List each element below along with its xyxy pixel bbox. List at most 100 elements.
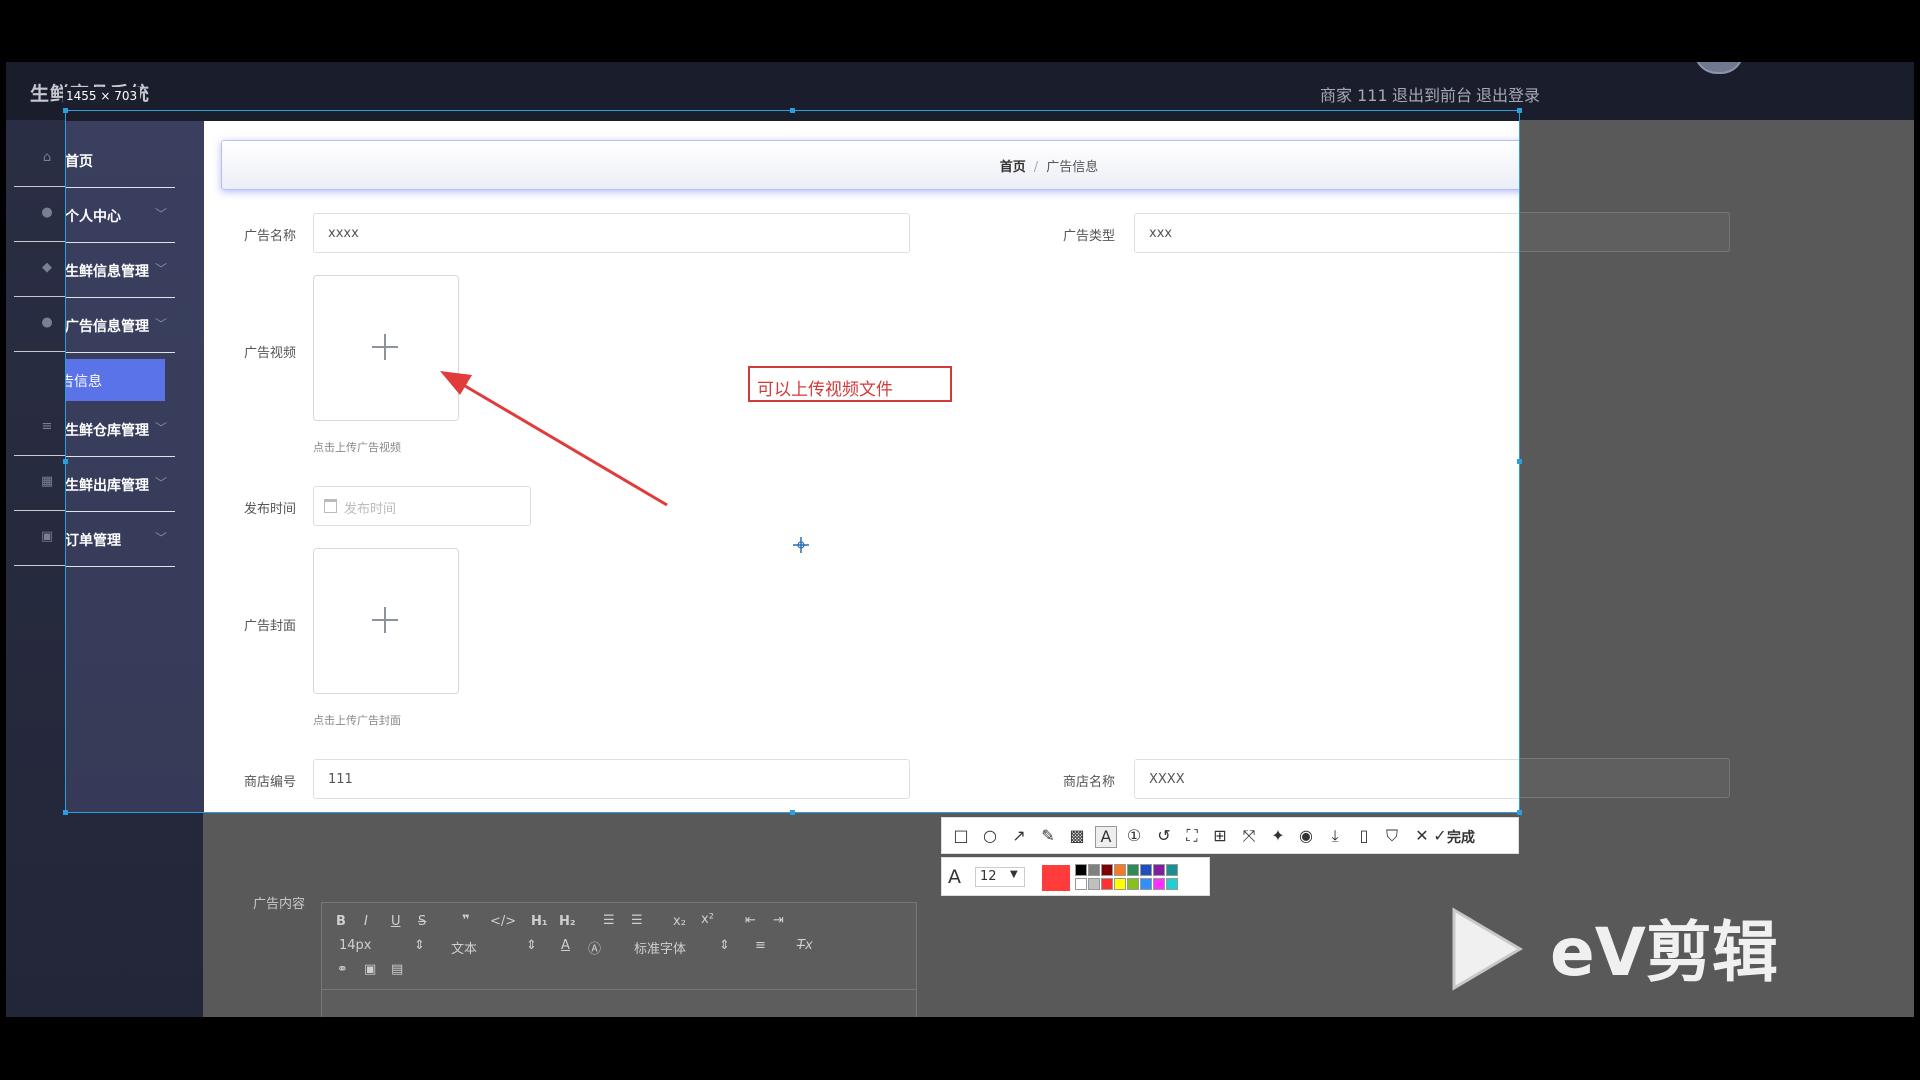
order-icon: ▣ <box>40 529 54 544</box>
sidebar-item-home[interactable]: ⌂首页 <box>66 133 175 188</box>
image-icon[interactable]: ▣ <box>364 962 376 977</box>
watermark-text: eV剪辑 <box>1550 914 1778 991</box>
resize-handle-b[interactable] <box>790 810 795 815</box>
sidebar-item-ad-info[interactable]: ●广告信息管理﹀ <box>66 298 175 353</box>
resize-handle-r[interactable] <box>1517 459 1522 464</box>
color-swatch[interactable] <box>1127 864 1139 876</box>
pen-tool-icon[interactable]: ✎ <box>1038 826 1058 846</box>
resize-handle-bl[interactable] <box>63 810 68 815</box>
color-swatch[interactable] <box>1153 864 1165 876</box>
shop-name-input[interactable]: XXXX <box>1134 759 1519 799</box>
link-icon[interactable]: ⚭ <box>337 962 348 977</box>
color-swatch[interactable] <box>1166 878 1178 890</box>
download-icon[interactable]: ⤓ <box>1325 826 1345 846</box>
sidebar-subitem-label: 广告信息 <box>66 374 102 390</box>
outdent-button[interactable]: ⇤ <box>745 913 756 928</box>
sidebar-item-profile[interactable]: ●个人中心﹀ <box>66 188 175 243</box>
italic-button[interactable]: I <box>364 914 368 929</box>
color-swatch[interactable] <box>1075 878 1087 890</box>
sidebar-item-fresh-info[interactable]: ◆生鲜信息管理﹀ <box>66 243 175 298</box>
logout-link[interactable]: 退出登录 <box>1476 82 1540 106</box>
indent-button[interactable]: ⇥ <box>773 913 784 928</box>
scroll-capture-icon[interactable]: ⤧ <box>1239 826 1259 846</box>
screenshot-selection[interactable]: ⌂首页 ●个人中心﹀ ◆生鲜信息管理﹀ ●广告信息管理﹀ 广告信息 ≡生鲜仓库管… <box>65 110 1520 813</box>
subscript-button[interactable]: x₂ <box>673 914 686 929</box>
calendar-icon <box>324 499 337 513</box>
resize-handle-br[interactable] <box>1517 810 1522 815</box>
color-swatch[interactable] <box>1101 864 1113 876</box>
sidebar-item-orders[interactable]: ▣订单管理﹀ <box>66 512 175 567</box>
bullet-list-button[interactable]: ☰ <box>631 913 643 928</box>
text-tool-icon[interactable]: A <box>1095 826 1117 848</box>
sidebar-item-outbound[interactable]: ▦生鲜出库管理﹀ <box>66 457 175 512</box>
undo-icon[interactable]: ↺ <box>1154 826 1174 846</box>
phone-icon[interactable]: ▯ <box>1354 826 1374 846</box>
underline-button[interactable]: U <box>391 914 401 929</box>
font-family-select[interactable]: 标准字体 <box>634 938 686 957</box>
ad-type-input[interactable]: xxx <box>1134 213 1519 253</box>
resize-handle-l[interactable] <box>63 459 68 464</box>
avatar[interactable] <box>1694 62 1744 74</box>
font-color-button[interactable]: A <box>561 938 570 953</box>
rectangle-tool-icon[interactable]: □ <box>951 826 971 846</box>
text-style-select[interactable]: 文本 <box>451 938 477 957</box>
background-color-button[interactable]: Ⓐ <box>588 938 601 957</box>
color-swatch[interactable] <box>1114 878 1126 890</box>
color-swatch[interactable] <box>1075 864 1087 876</box>
color-swatch[interactable] <box>1127 878 1139 890</box>
annotation-arrow[interactable] <box>430 365 680 515</box>
bookmark-icon[interactable]: ⛉ <box>1382 826 1402 846</box>
clear-format-button[interactable]: T̶x <box>797 938 813 953</box>
code-button[interactable]: </> <box>490 914 516 929</box>
color-swatch[interactable] <box>1101 878 1113 890</box>
quote-button[interactable]: ❞ <box>462 913 470 928</box>
font-size-dropdown[interactable]: 12 ▼ <box>975 867 1025 887</box>
shop-name-label: 商店名称 <box>1063 775 1116 790</box>
resize-handle-t[interactable] <box>790 108 795 113</box>
font-size-select[interactable]: 14px <box>339 938 372 953</box>
ad-name-input[interactable]: xxxx <box>313 213 910 253</box>
sidebar-subitem-ad-info[interactable]: 广告信息 <box>66 359 165 401</box>
arrow-tool-icon[interactable]: ↗ <box>1009 826 1029 846</box>
color-swatch[interactable] <box>1088 878 1100 890</box>
color-swatch[interactable] <box>1088 864 1100 876</box>
ellipse-tool-icon[interactable]: ○ <box>980 826 1000 846</box>
selection-size-label: 1455 × 703 <box>63 87 141 106</box>
home-icon: ⌂ <box>42 150 52 165</box>
current-color-swatch[interactable] <box>1042 865 1070 891</box>
superscript-button[interactable]: x² <box>701 912 714 927</box>
color-swatch[interactable] <box>1140 864 1152 876</box>
color-swatch[interactable] <box>1166 864 1178 876</box>
number-tool-icon[interactable]: ① <box>1124 826 1144 846</box>
color-swatch[interactable] <box>1153 878 1165 890</box>
ad-cover-upload[interactable] <box>313 548 459 694</box>
selection-content: ⌂首页 ●个人中心﹀ ◆生鲜信息管理﹀ ●广告信息管理﹀ 广告信息 ≡生鲜仓库管… <box>66 111 1519 812</box>
merchant-label: 商家 111 <box>1320 86 1388 105</box>
shop-no-input[interactable]: 111 <box>313 759 910 799</box>
translate-icon[interactable]: ⊞ <box>1210 826 1230 846</box>
color-swatch[interactable] <box>1140 878 1152 890</box>
pin-icon[interactable]: ✦ <box>1268 826 1288 846</box>
h1-button[interactable]: H₁ <box>531 914 548 929</box>
align-button[interactable]: ≡ <box>755 938 766 953</box>
sidebar-item-warehouse[interactable]: ≡生鲜仓库管理﹀ <box>66 402 175 457</box>
video-icon[interactable]: ▤ <box>391 962 403 977</box>
done-button[interactable]: 完成 <box>1447 827 1475 847</box>
back-to-front-link[interactable]: 退出到前台 <box>1392 82 1472 106</box>
annotation-text-box[interactable]: 可以上传视频文件 <box>748 366 952 402</box>
record-icon[interactable]: ◉ <box>1296 826 1316 846</box>
close-icon[interactable]: ✕ <box>1412 826 1432 846</box>
breadcrumb-home[interactable]: 首页 <box>1000 160 1026 175</box>
ad-video-hint: 点击上传广告视频 <box>313 441 401 454</box>
resize-handle-tr[interactable] <box>1517 108 1522 113</box>
bold-button[interactable]: B <box>336 914 346 929</box>
rich-text-editor[interactable]: B I U S ❞ </> H₁ H₂ ☰ ☰ x₂ x² ⇤ ⇥ 14px ⇕… <box>321 902 917 1017</box>
ocr-icon[interactable]: ⛶ <box>1182 826 1202 846</box>
mosaic-tool-icon[interactable]: ▩ <box>1067 826 1087 846</box>
strike-button[interactable]: S <box>418 914 426 929</box>
color-swatch[interactable] <box>1114 864 1126 876</box>
resize-handle-tl[interactable] <box>63 108 68 113</box>
ordered-list-button[interactable]: ☰ <box>603 913 615 928</box>
page-scrollbar[interactable] <box>1902 140 1910 1010</box>
h2-button[interactable]: H₂ <box>559 914 576 929</box>
